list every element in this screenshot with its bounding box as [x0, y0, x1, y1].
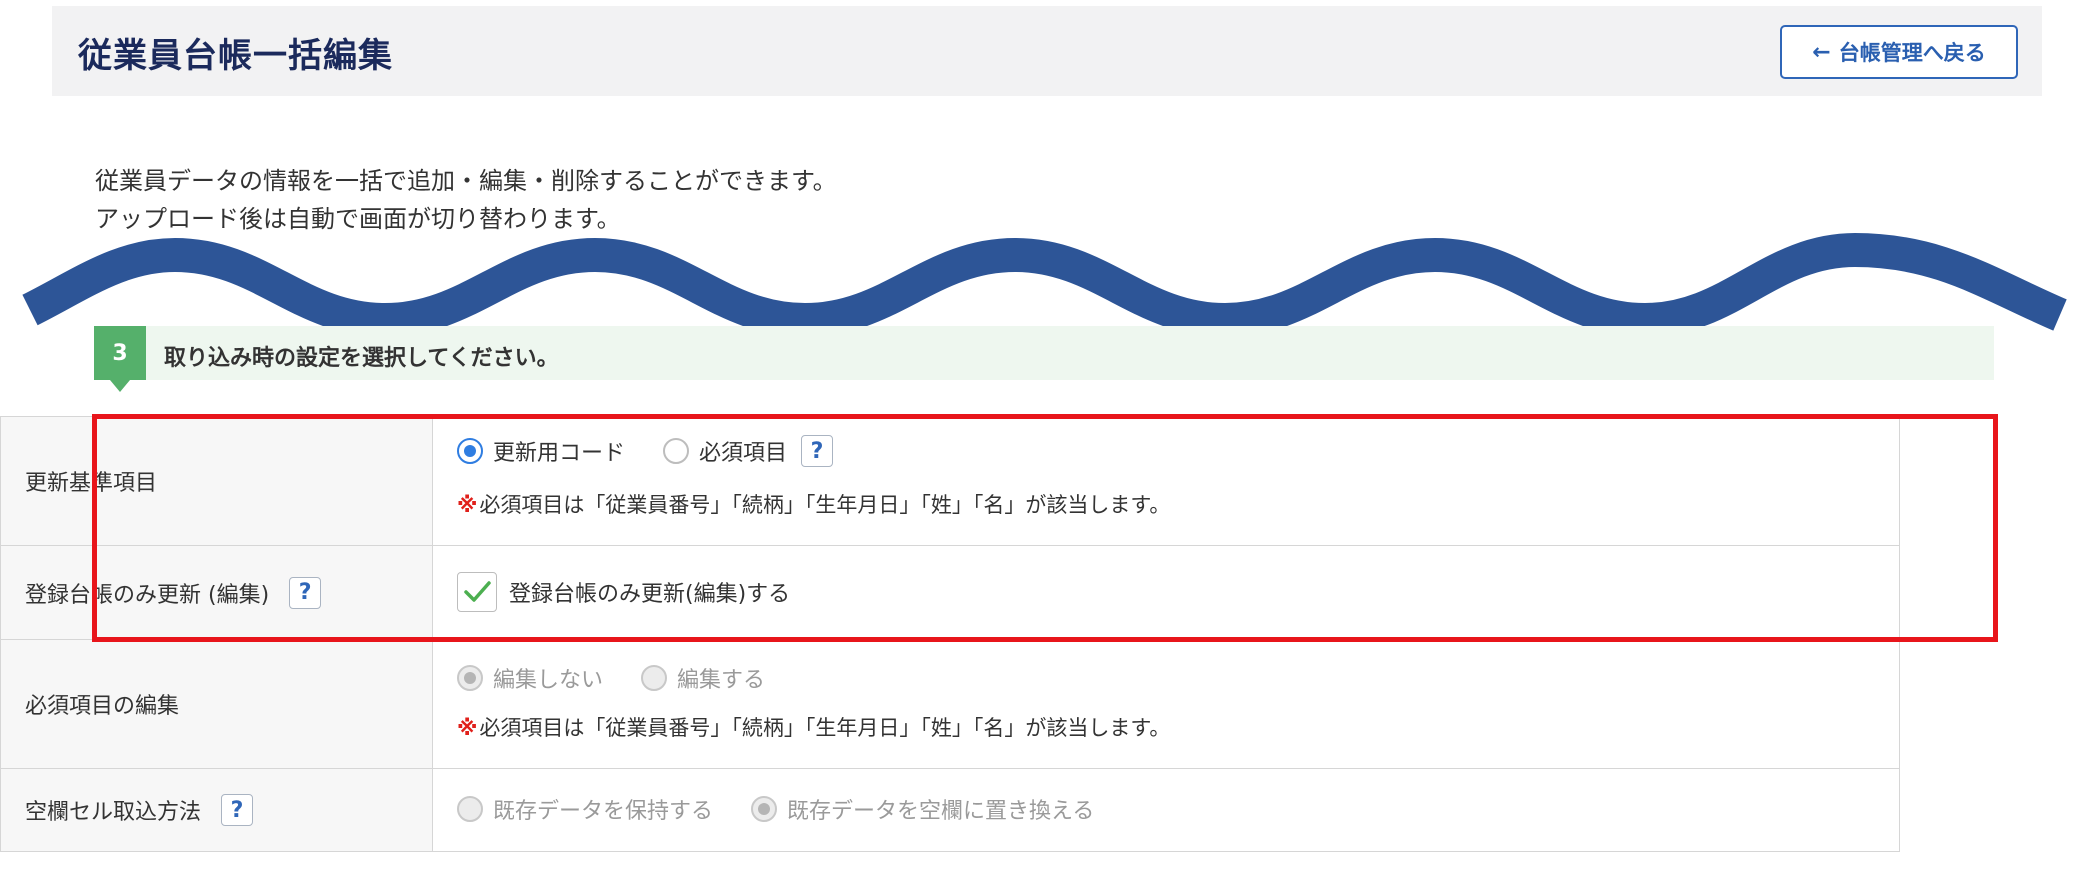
radio-update-code-label: 更新用コード	[493, 441, 626, 466]
radio-replace-blank-label: 既存データを空欄に置き換える	[787, 799, 1095, 824]
blank-cells-row: 空欄セル取込方法 ? 既存データを保持する 既存データを空欄に置き換える	[0, 768, 1900, 852]
radio-required-items-label: 必須項目	[699, 441, 788, 466]
radio-no-edit-indicator	[457, 665, 483, 691]
update-key-label-cell: 更新基準項目	[1, 417, 433, 545]
page-title: 従業員台帳一括編集	[78, 36, 393, 76]
note-mark: ※	[457, 493, 478, 517]
registered-only-value-cell: 登録台帳のみ更新(編集)する	[433, 546, 1899, 639]
radio-required-items[interactable]: 必須項目	[663, 435, 787, 467]
registered-only-row: 登録台帳のみ更新 (編集) ? 登録台帳のみ更新(編集)する	[0, 545, 1900, 640]
required-edit-options: 編集しない 編集する	[457, 662, 803, 694]
note-text: 必須項目は「従業員番号」「続柄」「生年月日」「姓」「名」が該当します。	[479, 716, 1171, 740]
radio-no-edit[interactable]: 編集しない	[457, 662, 603, 694]
checkmark-icon	[464, 581, 491, 602]
radio-replace-blank-indicator	[751, 796, 778, 822]
required-items-note: ※必須項目は「従業員番号」「続柄」「生年月日」「姓」「名」が該当します。	[457, 489, 1170, 519]
radio-update-code[interactable]: 更新用コード	[457, 435, 625, 467]
required-edit-row: 必須項目の編集 編集しない 編集する ※必須項目は「従業員番号」「続柄」「生年月…	[0, 639, 1900, 769]
note-text: 必須項目は「従業員番号」「続柄」「生年月日」「姓」「名」が該当します。	[479, 493, 1171, 517]
radio-edit-indicator	[641, 665, 668, 691]
update-key-value-cell: 更新用コード 必須項目 ? ※必須項目は「従業員番号」「続柄」「生年月日」「姓」…	[433, 417, 1899, 545]
registered-only-checkbox-label: 登録台帳のみ更新(編集)する	[509, 582, 791, 607]
blank-cells-label: 空欄セル取込方法	[25, 800, 202, 825]
back-to-ledger-button[interactable]: ← 台帳管理へ戻る	[1780, 25, 2018, 79]
step-number-badge: 3	[94, 326, 146, 392]
blank-cells-value-cell: 既存データを保持する 既存データを空欄に置き換える	[433, 769, 1899, 851]
registered-only-label-cell: 登録台帳のみ更新 (編集) ?	[1, 546, 433, 639]
radio-keep-existing[interactable]: 既存データを保持する	[457, 793, 713, 825]
required-edit-value-cell: 編集しない 編集する ※必須項目は「従業員番号」「続柄」「生年月日」「姓」「名」…	[433, 640, 1899, 768]
registered-only-label: 登録台帳のみ更新 (編集)	[25, 582, 270, 608]
radio-keep-existing-label: 既存データを保持する	[493, 799, 714, 824]
registered-only-checkbox[interactable]: 登録台帳のみ更新(編集)する	[457, 572, 790, 612]
step-heading: 3 取り込み時の設定を選択してください。	[94, 326, 1994, 392]
back-button-label: 台帳管理へ戻る	[1838, 41, 1986, 65]
radio-edit[interactable]: 編集する	[641, 662, 765, 694]
help-question-icon[interactable]: ?	[221, 794, 254, 826]
header-bar: 従業員台帳一括編集 ← 台帳管理へ戻る	[52, 6, 2042, 96]
radio-replace-blank[interactable]: 既存データを空欄に置き換える	[751, 793, 1094, 825]
blank-cells-label-cell: 空欄セル取込方法 ?	[1, 769, 433, 851]
radio-edit-label: 編集する	[677, 668, 766, 693]
radio-update-code-indicator	[457, 438, 483, 464]
radio-no-edit-label: 編集しない	[493, 668, 604, 693]
step-instruction: 取り込み時の設定を選択してください。	[164, 346, 559, 371]
checkbox-box	[457, 572, 497, 612]
note-mark: ※	[457, 716, 478, 740]
radio-keep-existing-indicator	[457, 796, 483, 822]
intro-line-1: 従業員データの情報を一括で追加・編集・削除することができます。	[95, 167, 837, 195]
required-edit-label: 必須項目の編集	[25, 694, 180, 719]
required-items-note: ※必須項目は「従業員番号」「続柄」「生年月日」「姓」「名」が該当します。	[457, 712, 1170, 742]
update-key-label: 更新基準項目	[25, 471, 158, 496]
help-question-icon[interactable]: ?	[801, 435, 834, 467]
arrow-left-icon: ←	[1812, 39, 1831, 65]
help-question-icon[interactable]: ?	[289, 576, 322, 609]
blank-cells-options: 既存データを保持する 既存データを空欄に置き換える	[457, 793, 1132, 825]
update-key-options: 更新用コード 必須項目 ?	[457, 435, 834, 467]
required-edit-label-cell: 必須項目の編集	[1, 640, 433, 768]
update-key-row: 更新基準項目 更新用コード 必須項目 ? ※必須項目は「従業員番号」「続柄」「生…	[0, 416, 1900, 546]
radio-required-items-indicator	[663, 438, 690, 464]
wave-decoration	[22, 232, 2067, 335]
